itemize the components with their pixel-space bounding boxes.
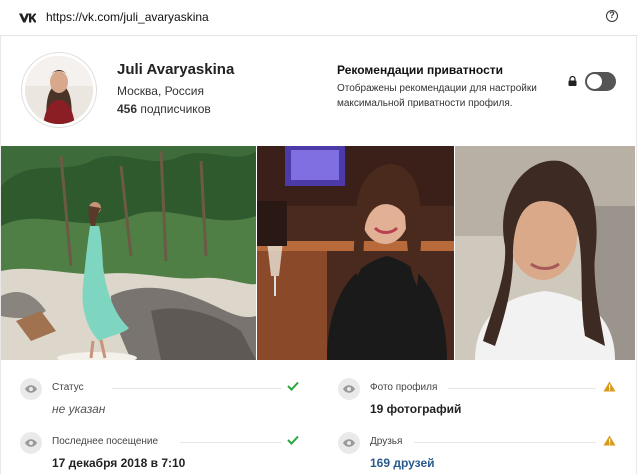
stat-status: Статус не указан — [20, 378, 302, 418]
eye-icon — [338, 432, 360, 454]
subscribers-number: 456 — [117, 102, 138, 116]
friends-link[interactable]: 169 друзей — [370, 456, 435, 470]
stat-value: 17 декабря 2018 в 7:10 — [52, 456, 186, 470]
divider-line — [180, 442, 282, 443]
stat-label: Статус — [52, 382, 84, 393]
photo-restaurant[interactable] — [257, 146, 454, 360]
frame-border-right — [636, 36, 637, 474]
privacy-description: Отображены рекомендации для настройки ма… — [337, 83, 537, 109]
eye-icon — [20, 378, 42, 400]
eye-icon — [338, 378, 360, 400]
stat-label: Последнее посещение — [52, 436, 159, 447]
photo-beach[interactable] — [1, 146, 256, 360]
avatar-photo — [25, 56, 93, 124]
stat-label: Фото профиля — [370, 382, 438, 393]
privacy-title: Рекомендации приватности — [337, 63, 504, 77]
profile-name[interactable]: Juli Avaryaskina — [117, 61, 234, 78]
warning-icon — [603, 381, 616, 392]
checkmark-icon — [287, 435, 299, 445]
stat-value: не указан — [52, 402, 106, 416]
profile-location: Москва, Россия — [117, 84, 204, 98]
subscribers-count[interactable]: 456 подписчиков — [117, 102, 211, 116]
photo-strip — [1, 146, 635, 360]
divider-line — [448, 388, 596, 389]
vk-logo-icon[interactable] — [18, 12, 36, 24]
toggle-knob — [587, 74, 602, 89]
url-text[interactable]: https://vk.com/juli_avaryaskina — [46, 10, 209, 24]
divider-line — [112, 388, 282, 389]
stat-label: Друзья — [370, 436, 403, 447]
eye-icon — [20, 432, 42, 454]
lock-icon — [568, 76, 577, 86]
checkmark-icon — [287, 381, 299, 391]
subscribers-label: подписчиков — [140, 102, 211, 116]
stat-profile-photo: Фото профиля 19 фотографий — [338, 378, 618, 418]
address-bar: https://vk.com/juli_avaryaskina ? — [0, 0, 638, 36]
divider-line — [414, 442, 596, 443]
stat-friends: Друзья 169 друзей — [338, 432, 618, 472]
avatar — [22, 53, 96, 127]
photo-selfie[interactable] — [455, 146, 635, 360]
warning-icon — [603, 435, 616, 446]
privacy-toggle[interactable] — [585, 72, 616, 91]
question-circle-icon[interactable]: ? — [606, 10, 618, 22]
stat-value: 19 фотографий — [370, 402, 462, 416]
stat-last-seen: Последнее посещение 17 декабря 2018 в 7:… — [20, 432, 302, 472]
